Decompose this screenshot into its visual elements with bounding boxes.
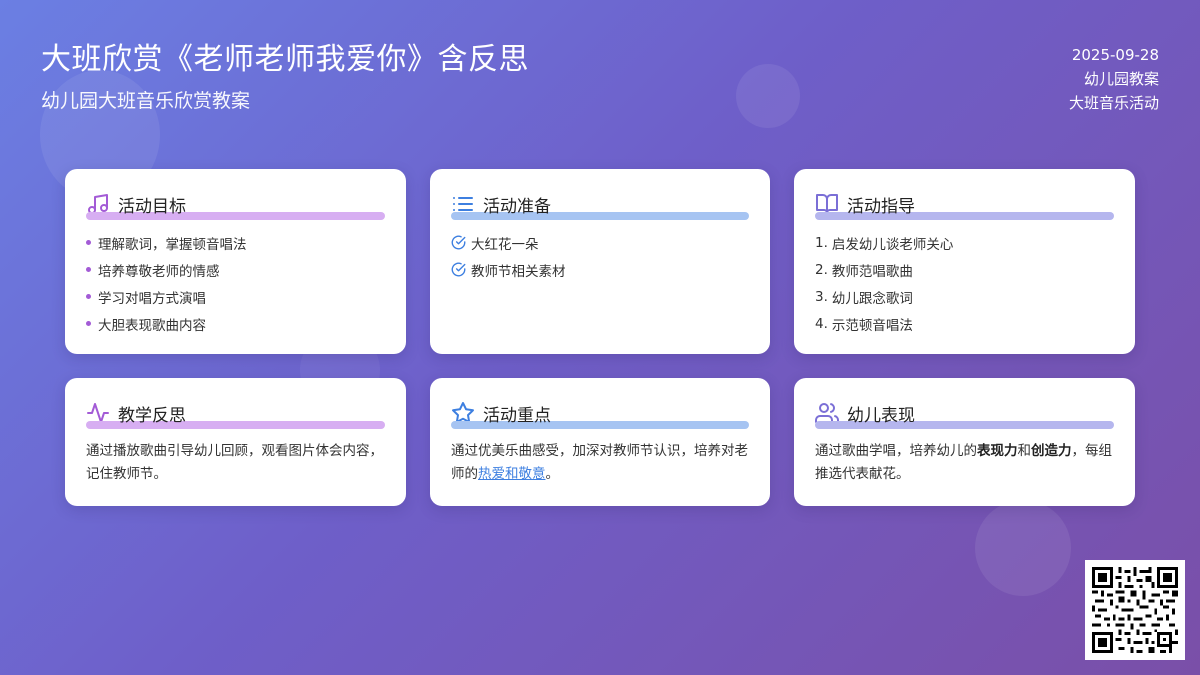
bullet-dot-icon: [86, 267, 91, 272]
qr-code-icon: [1092, 567, 1178, 653]
decor-bubble: [736, 64, 800, 128]
list-item-number: 2.: [815, 261, 828, 278]
card-title: 活动重点: [483, 405, 551, 426]
card-teaching-reflection: 教学反思 通过播放歌曲引导幼儿回顾，观看图片体会内容，记住教师节。: [65, 378, 406, 506]
card-header: 活动准备: [451, 191, 749, 220]
list-item: 教师节相关素材: [451, 256, 749, 283]
card-header: 活动目标: [86, 191, 385, 220]
list-item: 大红花一朵: [451, 229, 749, 256]
list-item-text: 教师节相关素材: [471, 263, 566, 280]
card-activity-key-points: 活动重点 通过优美乐曲感受，加深对教师节认识，培养对老师的热爱和敬意。: [430, 378, 770, 506]
key-text-after: 。: [545, 466, 560, 482]
list-item: 学习对唱方式演唱: [86, 283, 385, 310]
card-activity-prep: 活动准备 大红花一朵 教师节相关素材: [430, 169, 770, 354]
list-item-text: 幼儿跟念歌词: [831, 290, 913, 307]
list-item-text: 培养尊敬老师的情感: [98, 263, 220, 280]
list-item-number: 4.: [815, 315, 828, 332]
list-item-text: 大胆表现歌曲内容: [98, 317, 206, 334]
list-item-number: 1.: [815, 234, 828, 251]
goals-list: 理解歌词，掌握顿音唱法 培养尊敬老师的情感 学习对唱方式演唱 大胆表现歌曲内容: [86, 229, 385, 337]
meta-date: 2025-09-28: [1071, 46, 1159, 64]
performance-text: 通过歌曲学唱，培养幼儿的表现力和创造力，每组推选代表献花。: [815, 440, 1114, 486]
list-item: 大胆表现歌曲内容: [86, 310, 385, 337]
card-title: 活动准备: [483, 196, 551, 217]
page-title: 大班欣赏《老师老师我爱你》含反思: [41, 42, 529, 77]
list-item-text: 示范顿音唱法: [831, 317, 913, 334]
page-meta: 2025-09-28 幼儿园教案 大班音乐活动: [1069, 43, 1159, 115]
bullet-dot-icon: [86, 294, 91, 299]
qr-code[interactable]: [1085, 560, 1185, 660]
list-item-text: 学习对唱方式演唱: [98, 290, 206, 307]
list-item-number: 3.: [815, 288, 828, 305]
list-item-text: 启发幼儿谈老师关心: [831, 236, 954, 253]
performance-text-part: 通过歌曲学唱，培养幼儿的: [815, 443, 977, 459]
card-header: 活动重点: [451, 400, 749, 429]
check-circle-icon: [451, 235, 466, 250]
list-item: 2. 教师范唱歌曲: [815, 256, 1114, 283]
card-child-performance: 幼儿表现 通过歌曲学唱，培养幼儿的表现力和创造力，每组推选代表献花。: [794, 378, 1135, 506]
key-points-text: 通过优美乐曲感受，加深对教师节认识，培养对老师的热爱和敬意。: [451, 440, 749, 486]
performance-text-part: 和: [1017, 443, 1032, 459]
list-item-text: 大红花一朵: [471, 236, 539, 253]
card-header: 活动指导: [815, 191, 1114, 220]
card-header: 幼儿表现: [815, 400, 1114, 429]
respect-link[interactable]: 热爱和敬意: [478, 466, 546, 482]
meta-category: 幼儿园教案: [1083, 70, 1159, 88]
check-circle-icon: [451, 262, 466, 277]
prep-list: 大红花一朵 教师节相关素材: [451, 229, 749, 283]
card-title: 幼儿表现: [847, 405, 915, 426]
bullet-dot-icon: [86, 321, 91, 326]
card-header: 教学反思: [86, 400, 385, 429]
list-item: 1. 启发幼儿谈老师关心: [815, 229, 1114, 256]
guide-list: 1. 启发幼儿谈老师关心 2. 教师范唱歌曲 3. 幼儿跟念歌词 4. 示范顿音唱法: [815, 229, 1114, 337]
card-title: 活动目标: [118, 196, 186, 217]
decor-bubble: [975, 500, 1071, 596]
meta-type: 大班音乐活动: [1068, 94, 1159, 112]
performance-bold-text: 创造力: [1031, 443, 1072, 459]
bullet-dot-icon: [86, 240, 91, 245]
list-item-text: 理解歌词，掌握顿音唱法: [98, 236, 247, 253]
performance-bold-text: 表现力: [977, 443, 1018, 459]
page-header: 大班欣赏《老师老师我爱你》含反思 幼儿园大班音乐欣赏教案: [41, 40, 529, 113]
list-item: 4. 示范顿音唱法: [815, 310, 1114, 337]
list-item: 3. 幼儿跟念歌词: [815, 283, 1114, 310]
page-subtitle: 幼儿园大班音乐欣赏教案: [41, 90, 251, 112]
card-title: 活动指导: [847, 196, 915, 217]
list-item-text: 教师范唱歌曲: [831, 263, 913, 280]
list-item: 理解歌词，掌握顿音唱法: [86, 229, 385, 256]
card-title: 教学反思: [118, 405, 186, 426]
card-activity-goals: 活动目标 理解歌词，掌握顿音唱法 培养尊敬老师的情感 学习对唱方式演唱 大胆表现…: [65, 169, 406, 354]
reflection-text: 通过播放歌曲引导幼儿回顾，观看图片体会内容，记住教师节。: [86, 443, 383, 482]
card-activity-guide: 活动指导 1. 启发幼儿谈老师关心 2. 教师范唱歌曲 3. 幼儿跟念歌词 4. 示范顿…: [794, 169, 1135, 354]
list-item: 培养尊敬老师的情感: [86, 256, 385, 283]
